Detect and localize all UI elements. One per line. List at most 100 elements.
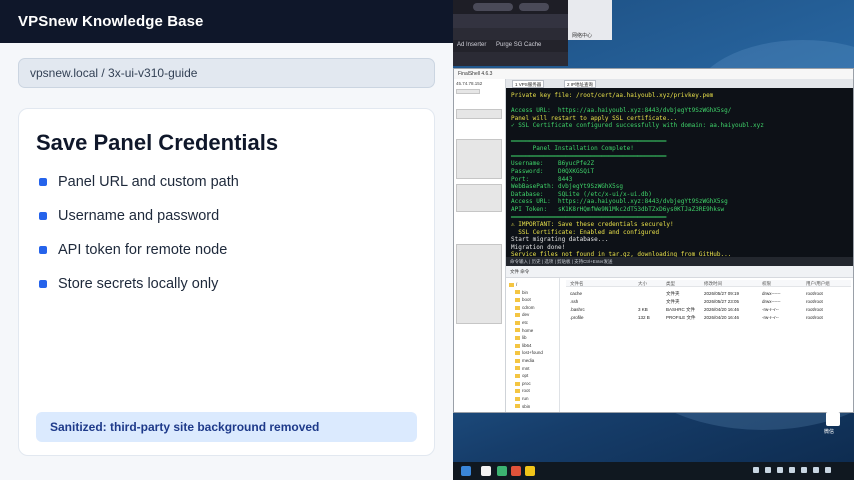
- tree-node[interactable]: lib: [515, 335, 527, 341]
- list-item: Panel URL and custom path: [38, 173, 239, 207]
- tray-icon[interactable]: [801, 467, 807, 473]
- table-row[interactable]: .profile 132 B PROFILE 文件 2026/04/20 16:46 -…: [566, 314, 851, 321]
- browser-window: Ad Inserter Purge SG Cache: [453, 0, 568, 66]
- tree-node[interactable]: lost+found: [515, 350, 543, 356]
- table-cell: .ssh: [570, 299, 579, 304]
- folder-icon: [515, 313, 520, 318]
- column-header[interactable]: 用户/用户组: [806, 281, 830, 287]
- browser-tab[interactable]: [473, 3, 513, 11]
- tree-node[interactable]: mnt: [515, 366, 530, 372]
- tab-ip-lookup[interactable]: 2 IP地址查询: [564, 80, 597, 88]
- tree-node[interactable]: opt: [515, 373, 528, 379]
- column-header[interactable]: 权限: [762, 281, 771, 287]
- taskbar-app-icon[interactable]: [525, 466, 535, 476]
- file-manager-toolbar[interactable]: 文件 命令: [506, 266, 853, 278]
- directory-tree: / bin boot cdrom dev etc home lib lib64 lost+foun…: [506, 278, 560, 412]
- terminal-line: ⚠ IMPORTANT: Save these credentials secu…: [511, 221, 674, 229]
- tree-node[interactable]: cdrom: [515, 305, 535, 311]
- column-header[interactable]: 修改时间: [704, 281, 722, 287]
- bullet-list: Panel URL and custom path Username and p…: [38, 173, 239, 309]
- terminal-output[interactable]: Private key file: /root/cert/aa.haiyoubl…: [506, 88, 853, 257]
- tree-node[interactable]: run: [515, 396, 529, 402]
- tree-node-label: lib: [522, 335, 527, 341]
- bookmark-purge-cache[interactable]: Purge SG Cache: [496, 42, 541, 48]
- start-icon[interactable]: [461, 466, 471, 476]
- bullet-icon: [39, 212, 47, 220]
- taskbar-app-icon[interactable]: [497, 466, 507, 476]
- terminal-line: Private key file: /root/cert/aa.haiyoubl…: [511, 92, 714, 99]
- column-header[interactable]: 大小: [638, 281, 647, 287]
- tree-node-label: proc: [522, 380, 531, 386]
- content-card: Save Panel Credentials Panel URL and cus…: [18, 108, 435, 456]
- bullet-icon: [39, 246, 47, 254]
- tree-node-label: run: [522, 396, 529, 401]
- column-header[interactable]: 类型: [666, 281, 675, 287]
- tree-node[interactable]: lib64: [515, 343, 532, 349]
- tree-node[interactable]: dev: [515, 312, 529, 318]
- tree-node[interactable]: media: [515, 358, 534, 364]
- list-item-text: API token for remote node: [58, 242, 228, 258]
- table-cell: drwx------: [762, 291, 781, 296]
- tree-node[interactable]: root: [515, 388, 530, 394]
- tree-node-label: boot: [522, 297, 531, 303]
- tree-node-label: root: [522, 388, 530, 394]
- tray-icon[interactable]: [777, 467, 783, 473]
- terminal-line: Password: D0QXKGSQiT: [511, 167, 595, 175]
- tray-icon[interactable]: [753, 467, 759, 473]
- column-header[interactable]: 文件名: [570, 281, 584, 287]
- folder-icon: [515, 320, 520, 325]
- tree-node-label: lost+found: [522, 350, 543, 356]
- tree-node[interactable]: sbin: [515, 404, 530, 410]
- list-item: Store secrets locally only: [38, 275, 239, 309]
- list-item: API token for remote node: [38, 241, 239, 275]
- taskbar-app-icon[interactable]: [511, 466, 521, 476]
- table-row[interactable]: .ssh 文件夹 2026/05/27 23:05 drwx------ root/ro…: [566, 298, 851, 305]
- table-cell: root/root: [806, 291, 823, 296]
- desktop-shortcut[interactable]: 微信: [823, 410, 845, 436]
- table-cell: 2026/05/27 09:19: [704, 291, 740, 296]
- tree-node-label: opt: [522, 373, 529, 379]
- tray-icon[interactable]: [825, 467, 831, 473]
- table-cell: cache: [570, 291, 583, 296]
- browser-address-bar[interactable]: [453, 14, 568, 28]
- tree-node[interactable]: etc: [515, 320, 528, 326]
- tree-node[interactable]: proc: [515, 381, 531, 387]
- folder-icon: [515, 381, 520, 386]
- terminal-line: SSL Certificate: Enabled and configured: [511, 228, 660, 236]
- terminal-line: API Token: sK1K8rHQmfWe9N1Mkc2dT53dbTZxD…: [511, 205, 725, 213]
- breadcrumb[interactable]: vpsnew.local / 3x-ui-v310-guide: [18, 58, 435, 88]
- tray-icon[interactable]: [789, 467, 795, 473]
- window-title: FinalShell 4.6.3: [454, 69, 853, 79]
- table-cell: BASHRC 文件: [666, 307, 696, 312]
- terminal-line: WebBasePath: dvbjegYt9SzWGhX5sg: [511, 183, 623, 191]
- tray-icon[interactable]: [813, 467, 819, 473]
- table-cell: drwx------: [762, 299, 781, 304]
- session-tabs: 1 VPS服务器 2 IP地址查询: [506, 79, 853, 88]
- table-cell: 2026/05/27 23:05: [704, 299, 740, 304]
- table-row[interactable]: cache 文件夹 2026/05/27 09:19 drwx------ root/r…: [566, 290, 851, 297]
- terminal-line: Port: 8443: [511, 175, 573, 183]
- side-panel: 网络中心: [568, 0, 612, 40]
- table-row[interactable]: .bashrc 3 KB BASHRC 文件 2026/04/20 16:46 -rw-…: [566, 306, 851, 313]
- folder-icon: [515, 358, 520, 363]
- table-cell: 2026/04/20 16:46: [704, 315, 740, 320]
- server-monitor-sidebar: 45.74.78.152: [454, 79, 506, 412]
- tab-vps-server[interactable]: 1 VPS服务器: [512, 80, 545, 88]
- list-item-text: Store secrets locally only: [58, 276, 219, 292]
- bookmark-bar: Ad Inserter Purge SG Cache: [453, 40, 568, 52]
- taskbar-app-icon[interactable]: [481, 466, 491, 476]
- tray-icon[interactable]: [765, 467, 771, 473]
- list-item-text: Panel URL and custom path: [58, 174, 239, 190]
- site-title[interactable]: VPSnew Knowledge Base: [18, 13, 203, 30]
- tree-node[interactable]: bin: [515, 290, 528, 296]
- tree-node[interactable]: home: [515, 328, 533, 334]
- tree-node[interactable]: /: [509, 282, 517, 288]
- browser-tab[interactable]: [519, 3, 549, 11]
- tree-node-label: /: [516, 282, 518, 287]
- bookmark-ad-inserter[interactable]: Ad Inserter: [457, 42, 486, 48]
- process-list: [456, 139, 502, 179]
- tree-node[interactable]: boot: [515, 297, 531, 303]
- sidebar-button[interactable]: [456, 89, 480, 94]
- folder-icon: [515, 351, 520, 356]
- terminal-line: Panel will restart to apply SSL certific…: [511, 114, 678, 122]
